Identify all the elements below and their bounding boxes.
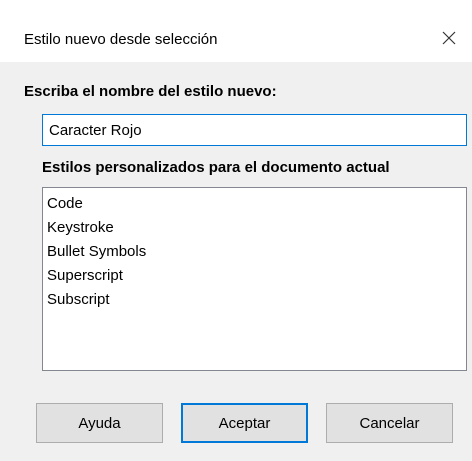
list-item-keystroke[interactable]: Keystroke: [43, 216, 466, 240]
list-item-code[interactable]: Code: [43, 192, 466, 216]
cancel-button[interactable]: Cancelar: [326, 403, 453, 443]
close-button[interactable]: [426, 18, 472, 58]
custom-styles-list[interactable]: Code Keystroke Bullet Symbols Superscrip…: [42, 187, 467, 371]
custom-styles-label: Estilos personalizados para el documento…: [42, 159, 390, 176]
ok-button[interactable]: Aceptar: [181, 403, 308, 443]
style-name-input[interactable]: [42, 114, 467, 146]
title-bar: Estilo nuevo desde selección: [0, 0, 472, 62]
help-button[interactable]: Ayuda: [36, 403, 163, 443]
list-item-superscript[interactable]: Superscript: [43, 264, 466, 288]
list-item-bullet-symbols[interactable]: Bullet Symbols: [43, 240, 466, 264]
dialog-title: Estilo nuevo desde selección: [24, 31, 218, 48]
style-name-label: Escriba el nombre del estilo nuevo:: [24, 83, 277, 100]
close-icon: [441, 30, 457, 46]
list-item-subscript[interactable]: Subscript: [43, 288, 466, 312]
new-style-dialog: Estilo nuevo desde selección Escriba el …: [0, 0, 472, 461]
